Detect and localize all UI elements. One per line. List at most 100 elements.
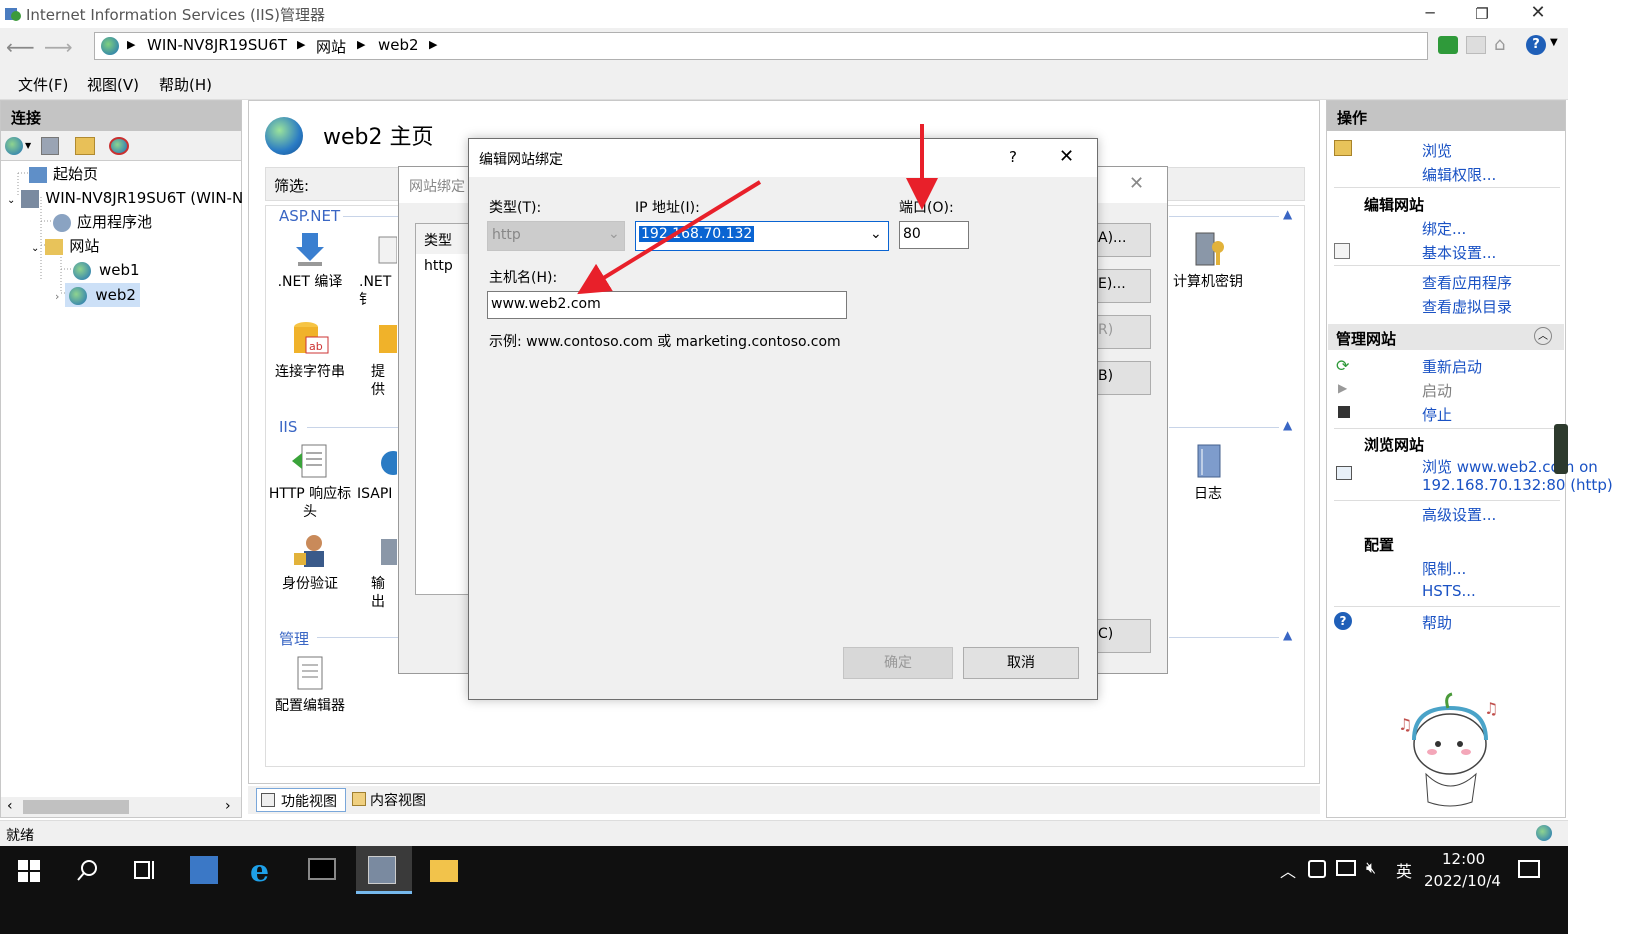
collapse-up-icon[interactable]: ︿: [1534, 327, 1552, 345]
action-basic-settings[interactable]: 基本设置...: [1422, 242, 1496, 263]
connect-icon[interactable]: [5, 137, 23, 155]
home-icon[interactable]: ⌂: [1494, 34, 1505, 55]
chevron-right-icon[interactable]: ›: [55, 290, 59, 303]
breadcrumb-server[interactable]: WIN-NV8JR19SU6T: [147, 36, 287, 54]
address-box[interactable]: ▶ WIN-NV8JR19SU6T ▶ 网站 ▶ web2 ▶: [94, 32, 1428, 60]
windows-start-icon[interactable]: [18, 860, 40, 886]
security-alert-icon[interactable]: [1308, 860, 1326, 878]
file-explorer-icon[interactable]: [430, 860, 458, 882]
collapse-manage-icon[interactable]: ▲: [1283, 628, 1292, 642]
tile-conn-str[interactable]: ab 连接字符串: [265, 319, 355, 381]
tile-isapi[interactable]: ISAPI: [347, 441, 405, 503]
chevron-down-icon[interactable]: ⌄: [7, 195, 15, 206]
search-icon[interactable]: [76, 858, 100, 886]
tile-net-cut[interactable]: .NET 钅: [347, 229, 398, 309]
tab-content-view[interactable]: 内容视图: [350, 788, 440, 812]
chevron-down-icon[interactable]: ⌄: [31, 243, 39, 254]
hostname-input[interactable]: www.web2.com: [487, 291, 847, 319]
edit-binding-button[interactable]: E)...: [1093, 269, 1151, 303]
chevron-down-icon[interactable]: ▼: [25, 141, 31, 150]
action-view-apps[interactable]: 查看应用程序: [1422, 272, 1512, 293]
volume-muted-icon[interactable]: 🔇︎: [1366, 858, 1376, 878]
command-prompt-icon[interactable]: [308, 858, 336, 880]
add-binding-button[interactable]: A)...: [1093, 223, 1151, 257]
internet-explorer-icon[interactable]: e: [250, 854, 269, 889]
bindings-row[interactable]: http: [416, 256, 470, 282]
tile-output[interactable]: 输出: [347, 531, 397, 611]
browse-binding-button[interactable]: B): [1093, 361, 1151, 395]
back-arrow-icon[interactable]: ⟵: [6, 35, 35, 59]
chevron-down-icon[interactable]: ⌄: [870, 226, 882, 242]
tile-http-headers[interactable]: HTTP 响应标头: [265, 441, 355, 521]
clock-date[interactable]: 2022/10/4: [1424, 872, 1501, 890]
tile-machine-key[interactable]: 计算机密钥: [1163, 229, 1253, 291]
port-input[interactable]: 80: [899, 221, 969, 249]
task-view-icon[interactable]: [134, 859, 158, 885]
action-browse[interactable]: 浏览: [1422, 140, 1452, 161]
action-browse-url-line1[interactable]: 浏览 www.web2.com on: [1422, 456, 1598, 477]
notification-center-icon[interactable]: [1518, 860, 1540, 878]
taskbar-item-iis-active[interactable]: [356, 846, 412, 894]
action-help[interactable]: 帮助: [1422, 612, 1452, 633]
disconnect-icon[interactable]: [109, 137, 129, 155]
type-select[interactable]: http ⌄: [487, 221, 625, 251]
tree-item-sites[interactable]: ⌄ 网站: [31, 235, 99, 257]
action-edit-permissions[interactable]: 编辑权限...: [1422, 164, 1496, 185]
collapse-iis-icon[interactable]: ▲: [1283, 418, 1292, 432]
close-bindings-button[interactable]: C): [1093, 619, 1151, 653]
minimize-button[interactable]: ─: [1410, 0, 1450, 28]
menu-help[interactable]: 帮助(H): [159, 74, 212, 95]
close-icon[interactable]: ✕: [1059, 146, 1074, 167]
tile-net-compile[interactable]: .NET 编译: [265, 229, 355, 291]
ime-language-indicator[interactable]: 英: [1396, 858, 1412, 882]
stop-icon[interactable]: [1466, 36, 1486, 54]
tree-item-app-pools[interactable]: 应用程序池: [53, 211, 152, 233]
collapse-aspnet-icon[interactable]: ▲: [1283, 207, 1292, 221]
close-window-button[interactable]: ✕: [1518, 0, 1558, 28]
action-browse-url-line2[interactable]: 192.168.70.132:80 (http): [1422, 476, 1613, 494]
action-restart[interactable]: 重新启动: [1422, 356, 1482, 377]
horizontal-scrollbar[interactable]: ‹ ›: [1, 797, 241, 817]
restore-button[interactable]: ❐: [1462, 0, 1502, 28]
tile-providers[interactable]: 提供: [347, 319, 397, 399]
tree-item-start[interactable]: 起始页: [29, 163, 98, 185]
forward-arrow-icon[interactable]: ⟶: [44, 35, 73, 59]
action-advanced-settings[interactable]: 高级设置...: [1422, 504, 1496, 525]
close-icon[interactable]: ✕: [1129, 173, 1144, 194]
tile-auth[interactable]: 身份验证: [265, 531, 355, 593]
ip-address-combo[interactable]: 192.168.70.132 ⌄: [635, 221, 889, 251]
action-limits[interactable]: 限制...: [1422, 558, 1466, 579]
scroll-left-icon[interactable]: ‹: [7, 798, 13, 814]
help-icon[interactable]: ?: [1526, 35, 1546, 55]
bindings-col-header[interactable]: 类型: [416, 224, 470, 254]
breadcrumb-sites[interactable]: 网站: [316, 36, 346, 57]
ok-button[interactable]: 确定: [843, 647, 953, 679]
tree-item-web2[interactable]: › web2: [55, 283, 140, 307]
dialog-help-button[interactable]: ?: [1009, 148, 1017, 166]
clock-time[interactable]: 12:00: [1442, 850, 1485, 868]
network-icon[interactable]: [1336, 860, 1356, 876]
bindings-list[interactable]: 类型 http: [415, 223, 471, 595]
tree-item-web1[interactable]: web1: [73, 259, 140, 281]
tree-item-server[interactable]: ⌄ WIN-NV8JR19SU6T (WIN-N: [7, 187, 243, 209]
server-manager-icon[interactable]: [190, 856, 218, 884]
chevron-up-icon[interactable]: ︿: [1280, 858, 1296, 882]
action-start[interactable]: 启动: [1422, 380, 1452, 401]
tile-logging[interactable]: 日志: [1163, 441, 1253, 503]
chevron-down-icon[interactable]: ▼: [1550, 37, 1558, 48]
menu-file[interactable]: 文件(F): [18, 74, 68, 95]
up-folder-icon[interactable]: [75, 137, 95, 155]
side-scroll-handle[interactable]: [1554, 424, 1568, 474]
action-view-vdirs[interactable]: 查看虚拟目录: [1422, 296, 1512, 317]
scroll-right-icon[interactable]: ›: [225, 798, 231, 814]
tile-config-editor[interactable]: 配置编辑器: [265, 653, 355, 715]
remove-binding-button[interactable]: R): [1093, 315, 1151, 349]
action-hsts[interactable]: HSTS...: [1422, 582, 1476, 600]
breadcrumb-site[interactable]: web2: [378, 36, 419, 54]
refresh-icon[interactable]: [1438, 36, 1458, 54]
action-bindings[interactable]: 绑定...: [1422, 218, 1466, 239]
action-stop[interactable]: 停止: [1422, 404, 1452, 425]
save-icon[interactable]: [41, 137, 59, 155]
cancel-button[interactable]: 取消: [963, 647, 1079, 679]
scroll-thumb[interactable]: [23, 800, 129, 814]
